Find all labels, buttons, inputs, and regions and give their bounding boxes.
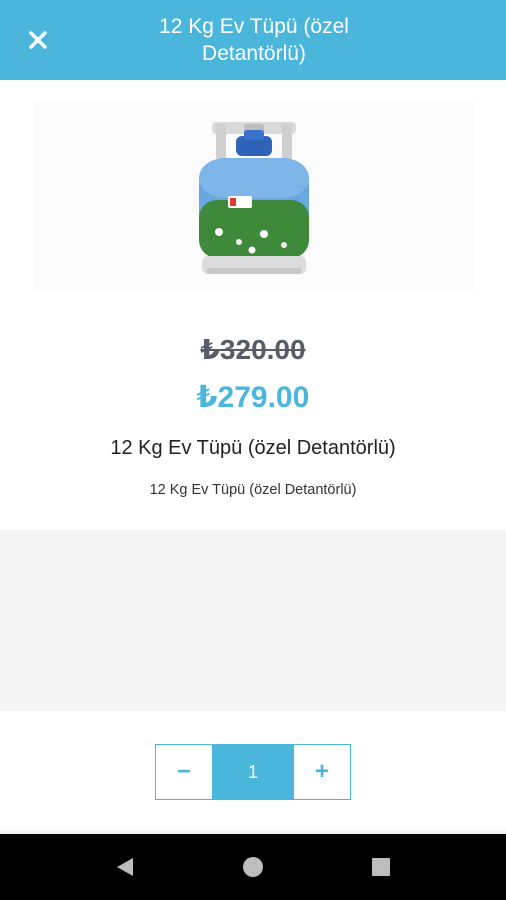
decrease-quantity-button[interactable]: − bbox=[156, 745, 212, 799]
product-description: 12 Kg Ev Tüpü (özel Detantörlü) bbox=[149, 482, 357, 498]
page-title: 12 Kg Ev Tüpü (özel Detantörlü) bbox=[159, 15, 349, 65]
recents-square-icon bbox=[372, 858, 390, 876]
quantity-stepper: − 1 + bbox=[155, 744, 351, 800]
plus-icon: + bbox=[314, 758, 329, 785]
recents-button[interactable] bbox=[366, 852, 396, 882]
product-detail-screen: 12 Kg Ev Tüpü (özel Detantörlü) ₺320.00 … bbox=[0, 0, 506, 900]
gas-cylinder-image bbox=[199, 122, 309, 274]
quantity-value[interactable]: 1 bbox=[212, 745, 294, 799]
current-price: ₺279.00 bbox=[196, 381, 310, 414]
increase-quantity-button[interactable]: + bbox=[294, 745, 350, 799]
product-name: 12 Kg Ev Tüpü (özel Detantörlü) bbox=[110, 437, 396, 459]
back-triangle-icon bbox=[117, 858, 133, 876]
back-button[interactable] bbox=[110, 852, 140, 882]
system-nav-bar bbox=[0, 834, 506, 900]
product-image bbox=[34, 100, 474, 292]
close-icon bbox=[29, 31, 47, 49]
old-price: ₺320.00 bbox=[200, 334, 306, 365]
home-circle-icon bbox=[243, 857, 263, 877]
home-button[interactable] bbox=[238, 852, 268, 882]
app-header: 12 Kg Ev Tüpü (özel Detantörlü) bbox=[0, 0, 506, 80]
close-button[interactable] bbox=[20, 22, 56, 58]
minus-icon: − bbox=[176, 758, 191, 785]
content-spacer bbox=[0, 530, 506, 711]
